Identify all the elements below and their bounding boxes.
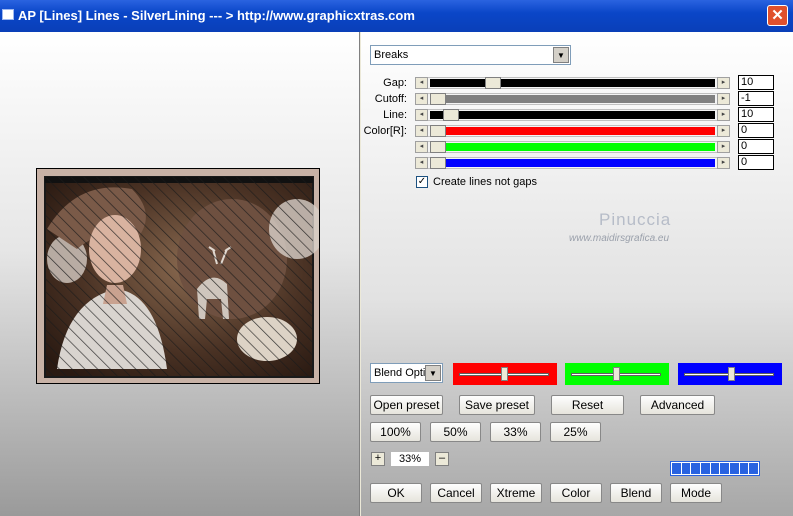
color-r-slider[interactable]: ◂ ▸ xyxy=(415,125,730,137)
create-lines-label: Create lines not gaps xyxy=(433,176,537,188)
gap-label: Gap: xyxy=(383,77,407,89)
red-blend-panel[interactable] xyxy=(453,363,557,385)
slider-left-arrow-icon[interactable]: ◂ xyxy=(415,141,428,153)
slider-right-arrow-icon[interactable]: ▸ xyxy=(717,77,730,89)
blend-button[interactable]: Blend xyxy=(610,483,662,503)
cutoff-track xyxy=(430,95,715,103)
advanced-button[interactable]: Advanced xyxy=(640,395,715,415)
zoom-in-button[interactable]: + xyxy=(371,452,385,466)
chevron-down-icon[interactable]: ▼ xyxy=(553,47,569,63)
gap-track xyxy=(430,79,715,87)
slider-left-arrow-icon[interactable]: ◂ xyxy=(415,125,428,137)
zoom-out-button[interactable]: – xyxy=(435,452,449,466)
zoom-100-button[interactable]: 100% xyxy=(370,422,421,442)
slider-left-arrow-icon[interactable]: ◂ xyxy=(415,77,428,89)
effect-dropdown-value: Breaks xyxy=(374,49,409,61)
window-title: AP [Lines] Lines - SilverLining --- > ht… xyxy=(18,8,415,23)
blue-blend-thumb[interactable] xyxy=(728,367,735,381)
cancel-button[interactable]: Cancel xyxy=(430,483,482,503)
blue-blend-panel[interactable] xyxy=(678,363,782,385)
close-button[interactable]: ✕ xyxy=(767,5,788,26)
mode-button[interactable]: Mode xyxy=(670,483,722,503)
slider-right-arrow-icon[interactable]: ▸ xyxy=(717,157,730,169)
progress-indicator xyxy=(670,461,760,476)
reset-button[interactable]: Reset xyxy=(551,395,624,415)
progress-segment xyxy=(720,463,730,474)
progress-segment xyxy=(691,463,701,474)
chevron-down-icon[interactable]: ▼ xyxy=(425,365,441,381)
progress-segment xyxy=(739,463,749,474)
effect-dropdown[interactable]: Breaks ▼ xyxy=(370,45,571,65)
progress-segment xyxy=(701,463,710,474)
color-g-track xyxy=(430,143,715,151)
slider-right-arrow-icon[interactable]: ▸ xyxy=(717,93,730,105)
color-r-value[interactable]: 0 xyxy=(738,123,774,138)
gap-value[interactable]: 10 xyxy=(738,75,774,90)
color-b-thumb[interactable] xyxy=(430,157,446,169)
line-slider[interactable]: ◂ ▸ xyxy=(415,109,730,121)
zoom-25-button[interactable]: 25% xyxy=(550,422,601,442)
slider-right-arrow-icon[interactable]: ▸ xyxy=(717,125,730,137)
save-preset-button[interactable]: Save preset xyxy=(459,395,535,415)
ok-button[interactable]: OK xyxy=(370,483,422,503)
open-preset-button[interactable]: Open preset xyxy=(370,395,443,415)
cutoff-thumb[interactable] xyxy=(430,93,446,105)
cutoff-label: Cutoff: xyxy=(374,93,407,105)
line-label: Line: xyxy=(383,109,407,121)
line-value[interactable]: 10 xyxy=(738,107,774,122)
line-thumb[interactable] xyxy=(443,109,459,121)
slider-left-arrow-icon[interactable]: ◂ xyxy=(415,157,428,169)
progress-segment xyxy=(672,463,681,474)
slider-left-arrow-icon[interactable]: ◂ xyxy=(415,109,428,121)
zoom-33-button[interactable]: 33% xyxy=(490,422,541,442)
watermark-name: Pinuccia xyxy=(599,210,672,229)
controls-pane: Breaks ▼ Gap: ◂ ▸ 10 Cutoff: ◂ ▸ -1 Line… xyxy=(361,32,793,516)
color-b-slider[interactable]: ◂ ▸ xyxy=(415,157,730,169)
color-button[interactable]: Color xyxy=(550,483,602,503)
blend-options-value: Blend Options xyxy=(374,367,426,379)
line-track xyxy=(430,111,715,119)
green-blend-panel[interactable] xyxy=(565,363,669,385)
gap-thumb[interactable] xyxy=(485,77,501,89)
color-r-label: Color[R]: xyxy=(363,125,407,137)
progress-segment xyxy=(749,463,759,474)
slider-left-arrow-icon[interactable]: ◂ xyxy=(415,93,428,105)
green-blend-thumb[interactable] xyxy=(613,367,620,381)
slider-right-arrow-icon[interactable]: ▸ xyxy=(717,109,730,121)
create-lines-checkbox[interactable]: ✓ xyxy=(416,176,428,188)
preview-image xyxy=(36,168,320,384)
progress-segment xyxy=(681,463,691,474)
app-icon xyxy=(2,9,14,20)
color-g-slider[interactable]: ◂ ▸ xyxy=(415,141,730,153)
zoom-value[interactable]: 33% xyxy=(391,452,429,466)
zoom-50-button[interactable]: 50% xyxy=(430,422,481,442)
xtreme-button[interactable]: Xtreme xyxy=(490,483,542,503)
watermark-url: www.maidirsgrafica.eu xyxy=(569,233,670,244)
color-g-value[interactable]: 0 xyxy=(738,139,774,154)
cutoff-slider[interactable]: ◂ ▸ xyxy=(415,93,730,105)
color-r-thumb[interactable] xyxy=(430,125,446,137)
progress-segment xyxy=(710,463,720,474)
gap-slider[interactable]: ◂ ▸ xyxy=(415,77,730,89)
title-bar[interactable]: AP [Lines] Lines - SilverLining --- > ht… xyxy=(0,0,793,32)
red-blend-thumb[interactable] xyxy=(501,367,508,381)
slider-right-arrow-icon[interactable]: ▸ xyxy=(717,141,730,153)
color-r-track xyxy=(430,127,715,135)
preview-pane xyxy=(0,32,360,516)
color-b-track xyxy=(430,159,715,167)
preview-artwork xyxy=(37,169,319,383)
blend-options-dropdown[interactable]: Blend Options ▼ xyxy=(370,363,443,383)
progress-segment xyxy=(730,463,739,474)
plugin-window: AP [Lines] Lines - SilverLining --- > ht… xyxy=(0,0,793,516)
color-g-thumb[interactable] xyxy=(430,141,446,153)
color-b-value[interactable]: 0 xyxy=(738,155,774,170)
cutoff-value[interactable]: -1 xyxy=(738,91,774,106)
